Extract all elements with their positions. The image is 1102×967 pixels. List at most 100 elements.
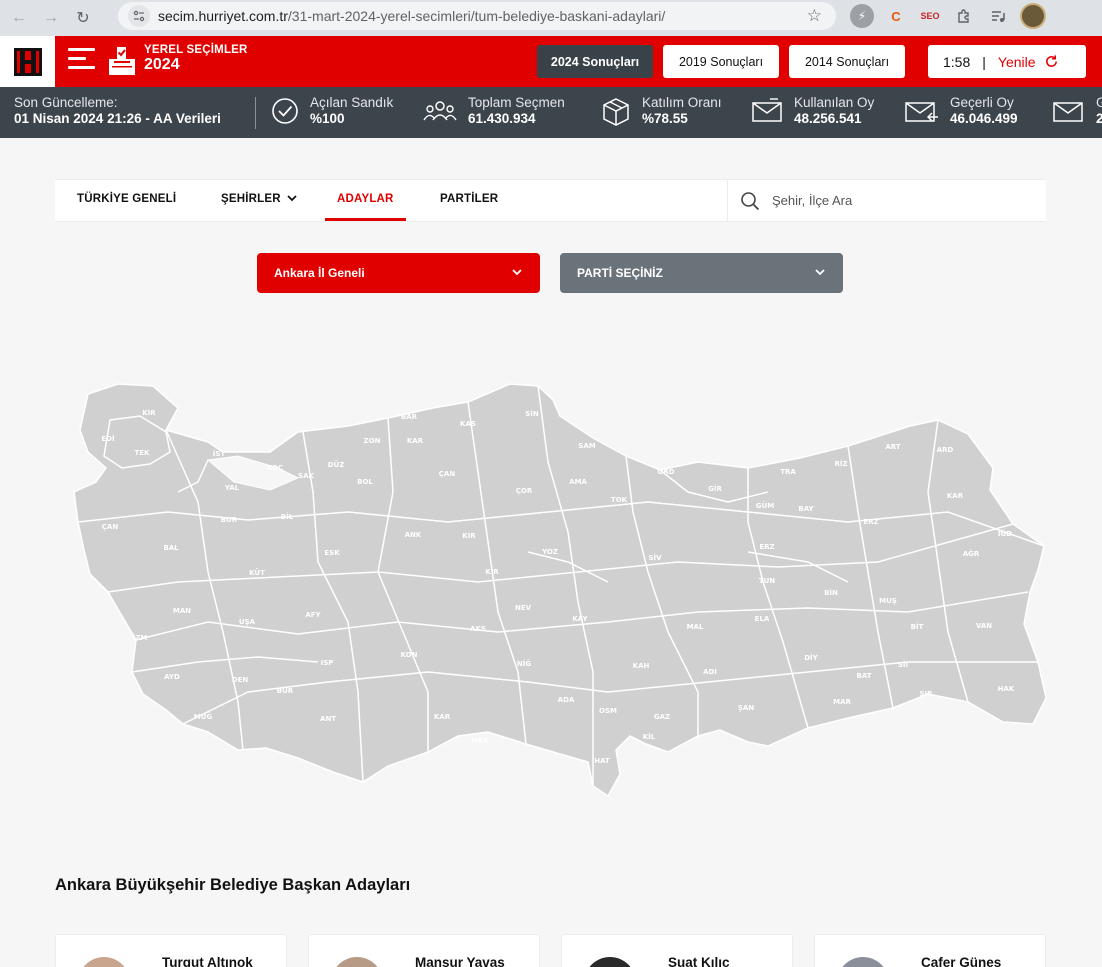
stat-label: Toplam Seçmen [468, 95, 565, 110]
prov-mal: MAL [687, 623, 704, 631]
candidate-card[interactable]: Cafer Güneş [814, 934, 1046, 967]
prov-sak: SAK [298, 472, 314, 480]
lightning-icon[interactable]: ⚡ [850, 4, 874, 28]
prov-kir2: KIR [462, 532, 476, 540]
prov-kar2: KAR [947, 492, 964, 500]
stat-value: 46.046.499 [950, 111, 1018, 126]
prov-sam: SAM [578, 442, 595, 450]
candidate-card[interactable]: Turgut Altınok [55, 934, 287, 967]
browser-toolbar: ← → ↻ secim.hurriyet.com.tr/31-mart-2024… [0, 0, 1102, 36]
prov-usa: UŞA [239, 618, 256, 626]
reload-icon[interactable]: ↻ [70, 5, 96, 31]
active-tab-indicator [325, 218, 406, 221]
prov-san: ŞAN [738, 704, 754, 712]
prov-bat: BAT [857, 672, 872, 680]
prov-kas: KAS [460, 420, 476, 428]
prov-diy: DİY [804, 653, 818, 662]
tab-partiler[interactable]: PARTİLER [440, 193, 498, 205]
prov-duz: DÜZ [328, 460, 345, 469]
hurriyet-logo[interactable] [0, 36, 55, 87]
seo-extension-icon[interactable]: SEO [918, 4, 942, 28]
results-2014-button[interactable]: 2014 Sonuçları [789, 45, 905, 78]
prov-man: MAN [173, 607, 191, 615]
search-icon [741, 192, 760, 211]
hamburger-menu-icon[interactable] [68, 48, 95, 72]
envelope-check-icon [905, 102, 938, 122]
party-select[interactable]: PARTİ SEÇİNİZ [560, 253, 843, 293]
prov-osm: OSM [599, 707, 617, 715]
forward-arrow-icon[interactable]: → [38, 5, 64, 31]
stat-total-voters: Toplam Seçmen 61.430.934 [422, 95, 565, 126]
back-arrow-icon[interactable]: ← [6, 5, 32, 31]
stat-votes-cast: Kullanılan Oy 48.256.541 [750, 95, 874, 126]
puzzle-icon[interactable] [952, 4, 976, 28]
prov-zon: ZON [364, 437, 381, 445]
stat-opened-boxes: Açılan Sandık %100 [270, 95, 393, 126]
prov-bit: BİT [911, 622, 924, 631]
prov-ama: AMA [569, 478, 587, 486]
prov-kay: KAY [572, 615, 588, 623]
prov-nig: NİĞ [517, 659, 531, 668]
prov-izm: İZM [133, 633, 148, 642]
extensions-area: ⚡ C SEO [850, 2, 1046, 30]
prov-ank: ANK [405, 531, 422, 539]
search-input[interactable] [772, 188, 1032, 212]
tab-adaylar[interactable]: ADAYLAR [337, 193, 394, 205]
turkey-map[interactable]: KIR EDİ TEK İST KOC DÜZ ZON BAR KAR KAS … [48, 372, 1052, 812]
city-select[interactable]: Ankara İl Geneli [257, 253, 540, 293]
last-update-label: Son Güncelleme: [14, 95, 118, 110]
refresh-box[interactable]: 1:58 | Yenile [928, 45, 1086, 78]
prov-siv: SİV [648, 553, 662, 562]
prov-ist: İST [213, 449, 226, 458]
candidates-title: Ankara Büyükşehir Belediye Başkan Adayla… [55, 876, 411, 894]
city-select-value: Ankara İl Geneli [274, 266, 365, 280]
prov-sir: ŞIR [919, 690, 933, 698]
prov-tok: TOK [611, 496, 628, 504]
media-control-icon[interactable] [986, 4, 1010, 28]
chevron-down-icon [815, 269, 825, 276]
prov-den: DEN [232, 676, 249, 684]
prov-bar: BAR [401, 413, 418, 421]
stat-turnout: Katılım Oranı %78.55 [600, 95, 722, 128]
search-box [727, 180, 1046, 221]
prov-mer: MER [471, 737, 489, 745]
prov-mug: MUĞ [194, 712, 213, 721]
envelope-in-icon [752, 98, 782, 122]
c-extension-icon[interactable]: C [884, 4, 908, 28]
prov-agr: AĞR [963, 549, 980, 558]
results-2024-button[interactable]: 2024 Sonuçları [537, 45, 653, 78]
prov-afy: AFY [305, 611, 321, 619]
stat-value: 61.430.934 [468, 111, 536, 126]
ballot-box-icon [109, 47, 135, 75]
prov-kar: KAR [407, 437, 424, 445]
tab-sehirler-label: ŞEHİRLER [221, 193, 281, 205]
party-select-value: PARTİ SEÇİNİZ [577, 266, 663, 280]
stats-bar: Son Güncelleme: 01 Nisan 2024 21:26 - AA… [0, 87, 1102, 138]
prov-ant: ANT [320, 715, 336, 723]
site-info-icon[interactable] [128, 5, 150, 27]
tab-turkiye-geneli[interactable]: TÜRKİYE GENELİ [77, 193, 176, 205]
stat-valid-votes: Geçerli Oy 46.046.499 [904, 95, 1018, 126]
candidate-name: Mansur Yavaş [415, 955, 505, 967]
profile-avatar[interactable] [1020, 3, 1046, 29]
address-bar[interactable]: secim.hurriyet.com.tr/31-mart-2024-yerel… [118, 2, 836, 30]
prov-kil: KİL [643, 732, 656, 741]
prov-can: ÇAN [439, 470, 456, 478]
chevron-down-icon [287, 195, 297, 202]
logo-mark [13, 47, 42, 76]
prov-bur: BUR [221, 516, 238, 524]
refresh-icon[interactable] [1044, 54, 1059, 69]
last-update-value: 01 Nisan 2024 21:26 - AA Verileri [14, 111, 221, 126]
prov-kut: KÜT [249, 568, 265, 577]
stats-divider [255, 97, 256, 129]
tab-sehirler[interactable]: ŞEHİRLER [221, 193, 297, 205]
prov-gum: GÜM [756, 501, 774, 510]
results-2019-button[interactable]: 2019 Sonuçları [663, 45, 779, 78]
bookmark-star-icon[interactable]: ☆ [807, 6, 822, 26]
prov-kir: KIR [142, 409, 156, 417]
prov-adi: ADI [703, 668, 717, 676]
refresh-label[interactable]: Yenile [998, 54, 1036, 70]
candidate-card[interactable]: Suat Kılıç [561, 934, 793, 967]
candidate-card[interactable]: Mansur Yavaş [308, 934, 540, 967]
stat-invalid-votes: G2 [1052, 95, 1102, 126]
